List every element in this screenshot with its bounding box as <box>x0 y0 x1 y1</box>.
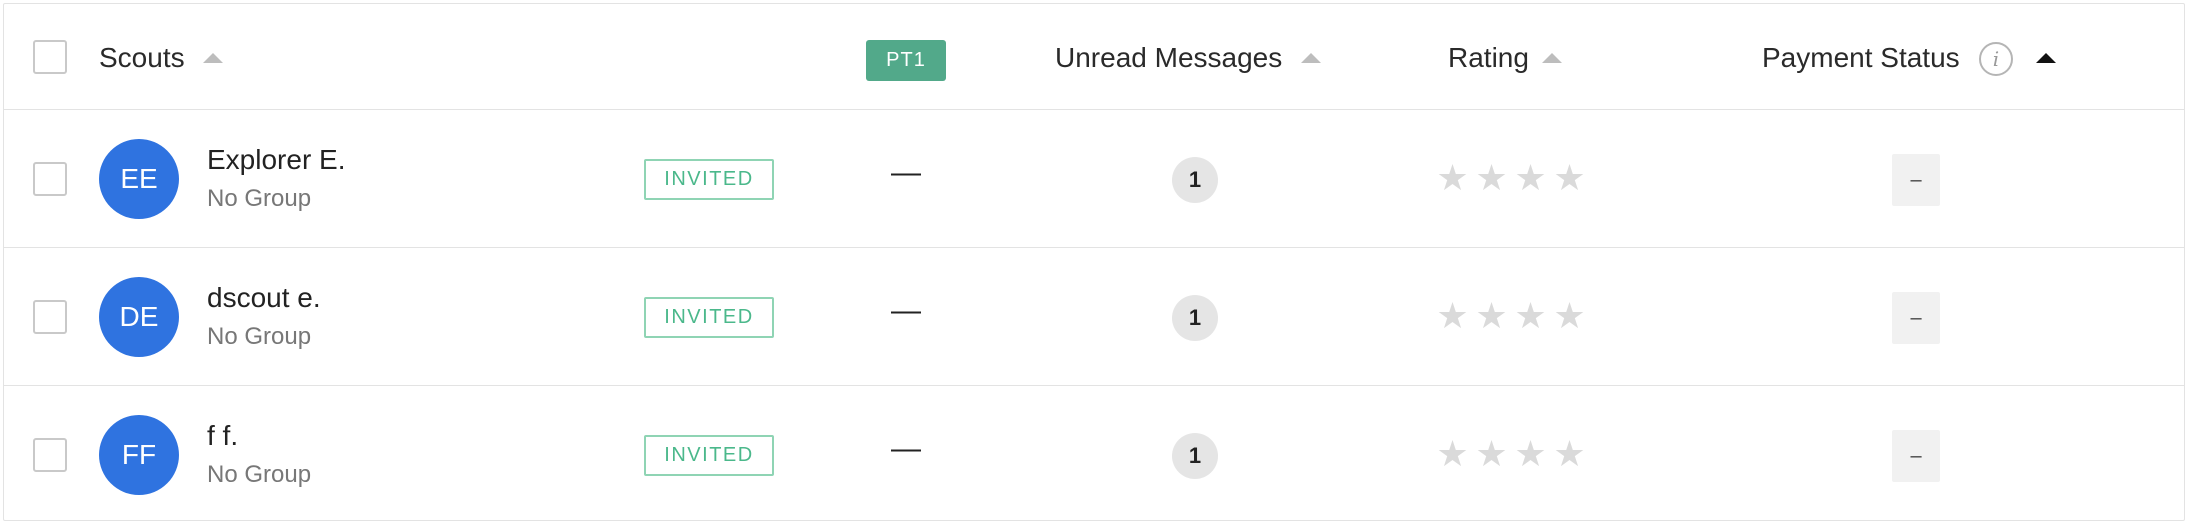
scouts-table: Scouts PT1 Unread Messages Rating Paymen… <box>3 3 2185 521</box>
unread-count-badge[interactable]: 1 <box>1172 433 1218 479</box>
rating-stars[interactable]: ★ ★ ★ ★ <box>1436 160 1586 196</box>
row-checkbox[interactable] <box>33 300 67 334</box>
rating-stars[interactable]: ★ ★ ★ ★ <box>1436 298 1586 334</box>
table-row[interactable]: EE Explorer E. No Group INVITED — 1 ★ ★ … <box>4 110 2184 248</box>
avatar[interactable]: DE <box>99 277 179 357</box>
rating-stars[interactable]: ★ ★ ★ ★ <box>1436 436 1586 472</box>
scouts-column-header[interactable]: Scouts <box>99 42 185 74</box>
row-checkbox[interactable] <box>33 162 67 196</box>
payment-status-button[interactable]: – <box>1892 292 1940 344</box>
star-icon[interactable]: ★ <box>1475 298 1508 334</box>
scout-name[interactable]: f f. <box>207 420 238 452</box>
payment-status-button[interactable]: – <box>1892 154 1940 206</box>
payment-status-column-header[interactable]: Payment Status <box>1762 42 1960 74</box>
unread-sort-icon[interactable] <box>1301 53 1321 63</box>
table-row[interactable]: FF f f. No Group INVITED — 1 ★ ★ ★ ★ – <box>4 386 2184 524</box>
star-icon[interactable]: ★ <box>1553 436 1586 472</box>
star-icon[interactable]: ★ <box>1514 160 1547 196</box>
scouts-sort-icon[interactable] <box>203 53 223 63</box>
star-icon[interactable]: ★ <box>1475 160 1508 196</box>
table-row[interactable]: DE dscout e. No Group INVITED — 1 ★ ★ ★ … <box>4 248 2184 386</box>
pt1-value: — <box>891 432 921 465</box>
star-icon[interactable]: ★ <box>1553 298 1586 334</box>
info-icon[interactable]: i <box>1979 42 2013 76</box>
star-icon[interactable]: ★ <box>1475 436 1508 472</box>
payment-sort-icon[interactable] <box>2036 53 2056 63</box>
table-header: Scouts PT1 Unread Messages Rating Paymen… <box>4 4 2184 110</box>
star-icon[interactable]: ★ <box>1436 298 1469 334</box>
avatar[interactable]: FF <box>99 415 179 495</box>
scout-group: No Group <box>207 185 312 212</box>
payment-status-button[interactable]: – <box>1892 430 1940 482</box>
status-badge: INVITED <box>644 435 774 476</box>
scout-group: No Group <box>207 461 312 488</box>
row-checkbox[interactable] <box>33 438 67 472</box>
star-icon[interactable]: ★ <box>1436 436 1469 472</box>
scout-group: No Group <box>207 323 312 350</box>
pt1-badge[interactable]: PT1 <box>866 40 946 81</box>
select-all-checkbox[interactable] <box>33 40 67 74</box>
star-icon[interactable]: ★ <box>1553 160 1586 196</box>
status-badge: INVITED <box>644 159 774 200</box>
unread-count-badge[interactable]: 1 <box>1172 157 1218 203</box>
star-icon[interactable]: ★ <box>1514 436 1547 472</box>
unread-count-badge[interactable]: 1 <box>1172 295 1218 341</box>
star-icon[interactable]: ★ <box>1436 160 1469 196</box>
unread-messages-column-header[interactable]: Unread Messages <box>1055 42 1282 74</box>
avatar[interactable]: EE <box>99 139 179 219</box>
pt1-value: — <box>891 294 921 327</box>
scout-name[interactable]: Explorer E. <box>207 144 346 176</box>
rating-column-header[interactable]: Rating <box>1448 42 1529 74</box>
scout-name[interactable]: dscout e. <box>207 282 321 314</box>
star-icon[interactable]: ★ <box>1514 298 1547 334</box>
status-badge: INVITED <box>644 297 774 338</box>
pt1-value: — <box>891 156 921 189</box>
rating-sort-icon[interactable] <box>1542 53 1562 63</box>
